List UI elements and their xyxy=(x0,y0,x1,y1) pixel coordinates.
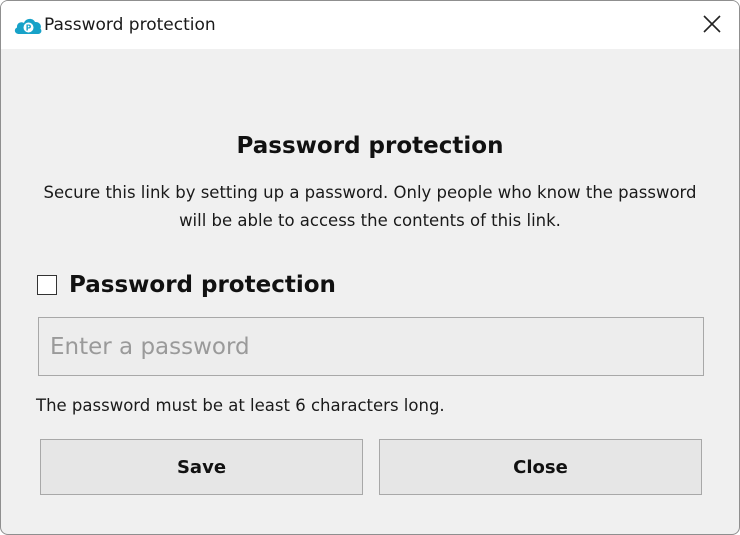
pcloud-icon: P xyxy=(14,18,42,34)
save-button[interactable]: Save xyxy=(40,439,363,495)
dialog-heading: Password protection xyxy=(236,133,504,159)
close-button[interactable]: Close xyxy=(379,439,702,495)
password-length-hint: The password must be at least 6 characte… xyxy=(36,396,445,415)
dialog-description: Secure this link by setting up a passwor… xyxy=(43,183,697,230)
password-protection-dialog: P Password protection Password protectio… xyxy=(0,0,740,535)
window-title: Password protection xyxy=(44,15,216,35)
password-input[interactable] xyxy=(38,317,704,376)
title-bar: P Password protection xyxy=(1,1,739,49)
svg-text:P: P xyxy=(26,23,32,32)
close-icon[interactable] xyxy=(701,13,723,35)
password-protection-checkbox-row[interactable]: Password protection xyxy=(37,269,336,301)
password-protection-checkbox[interactable] xyxy=(37,275,57,295)
password-protection-checkbox-label[interactable]: Password protection xyxy=(69,272,336,298)
